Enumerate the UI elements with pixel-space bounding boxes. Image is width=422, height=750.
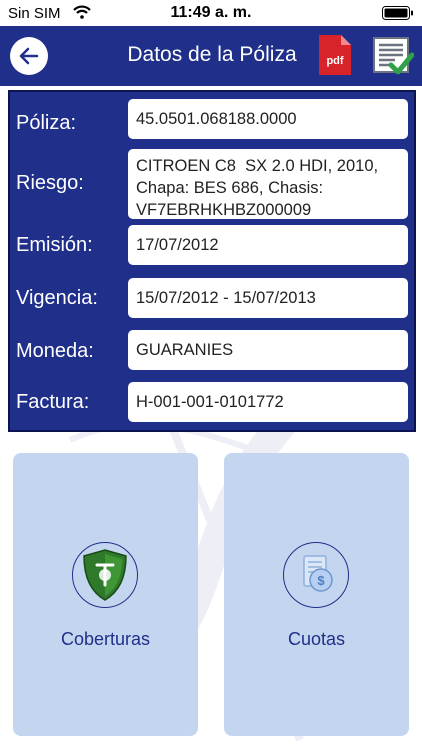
coverages-icon-circle bbox=[72, 542, 138, 608]
svg-text:$: $ bbox=[317, 573, 325, 588]
currency-field[interactable]: GUARANIES bbox=[128, 330, 408, 370]
installments-icon-circle: $ bbox=[283, 542, 349, 608]
clock: 11:49 a. m. bbox=[170, 4, 252, 21]
policy-number-field[interactable]: 45.0501.068188.0000 bbox=[128, 99, 408, 139]
header-bar: Datos de la Póliza pdf bbox=[0, 26, 422, 86]
issue-date-label: Emisión: bbox=[16, 234, 93, 256]
policy-details-panel: Póliza: 45.0501.068188.0000 Riesgo: CITR… bbox=[8, 90, 416, 432]
risk-field[interactable]: CITROEN C8 SX 2.0 HDI, 2010, Chapa: BES … bbox=[128, 149, 408, 219]
pdf-icon[interactable]: pdf bbox=[317, 33, 353, 77]
battery-icon bbox=[382, 6, 413, 20]
issue-date-field[interactable]: 17/07/2012 bbox=[128, 225, 408, 265]
policy-label: Póliza: bbox=[16, 112, 77, 134]
back-button[interactable] bbox=[10, 37, 48, 75]
coverages-label: Coberturas bbox=[60, 629, 151, 649]
invoice-field[interactable]: H-001-001-0101772 bbox=[128, 382, 408, 422]
validity-label: Vigencia: bbox=[16, 287, 98, 309]
installments-label: Cuotas bbox=[287, 629, 346, 649]
installments-tile[interactable]: $ Cuotas bbox=[224, 453, 409, 736]
shield-icon bbox=[83, 549, 127, 601]
risk-label: Riesgo: bbox=[16, 172, 84, 194]
page-title: Datos de la Póliza bbox=[127, 43, 297, 66]
coins-icon: $ bbox=[303, 555, 333, 592]
invoice-label: Factura: bbox=[16, 391, 90, 413]
status-bar: Sin SIM 11:49 a. m. bbox=[0, 0, 422, 26]
validity-field[interactable]: 15/07/2012 - 15/07/2013 bbox=[128, 278, 408, 318]
back-arrow-icon bbox=[19, 47, 39, 65]
currency-label: Moneda: bbox=[16, 340, 94, 362]
pdf-label: pdf bbox=[326, 55, 343, 67]
document-check-icon[interactable] bbox=[372, 35, 414, 77]
coverages-tile[interactable]: Coberturas bbox=[13, 453, 198, 736]
